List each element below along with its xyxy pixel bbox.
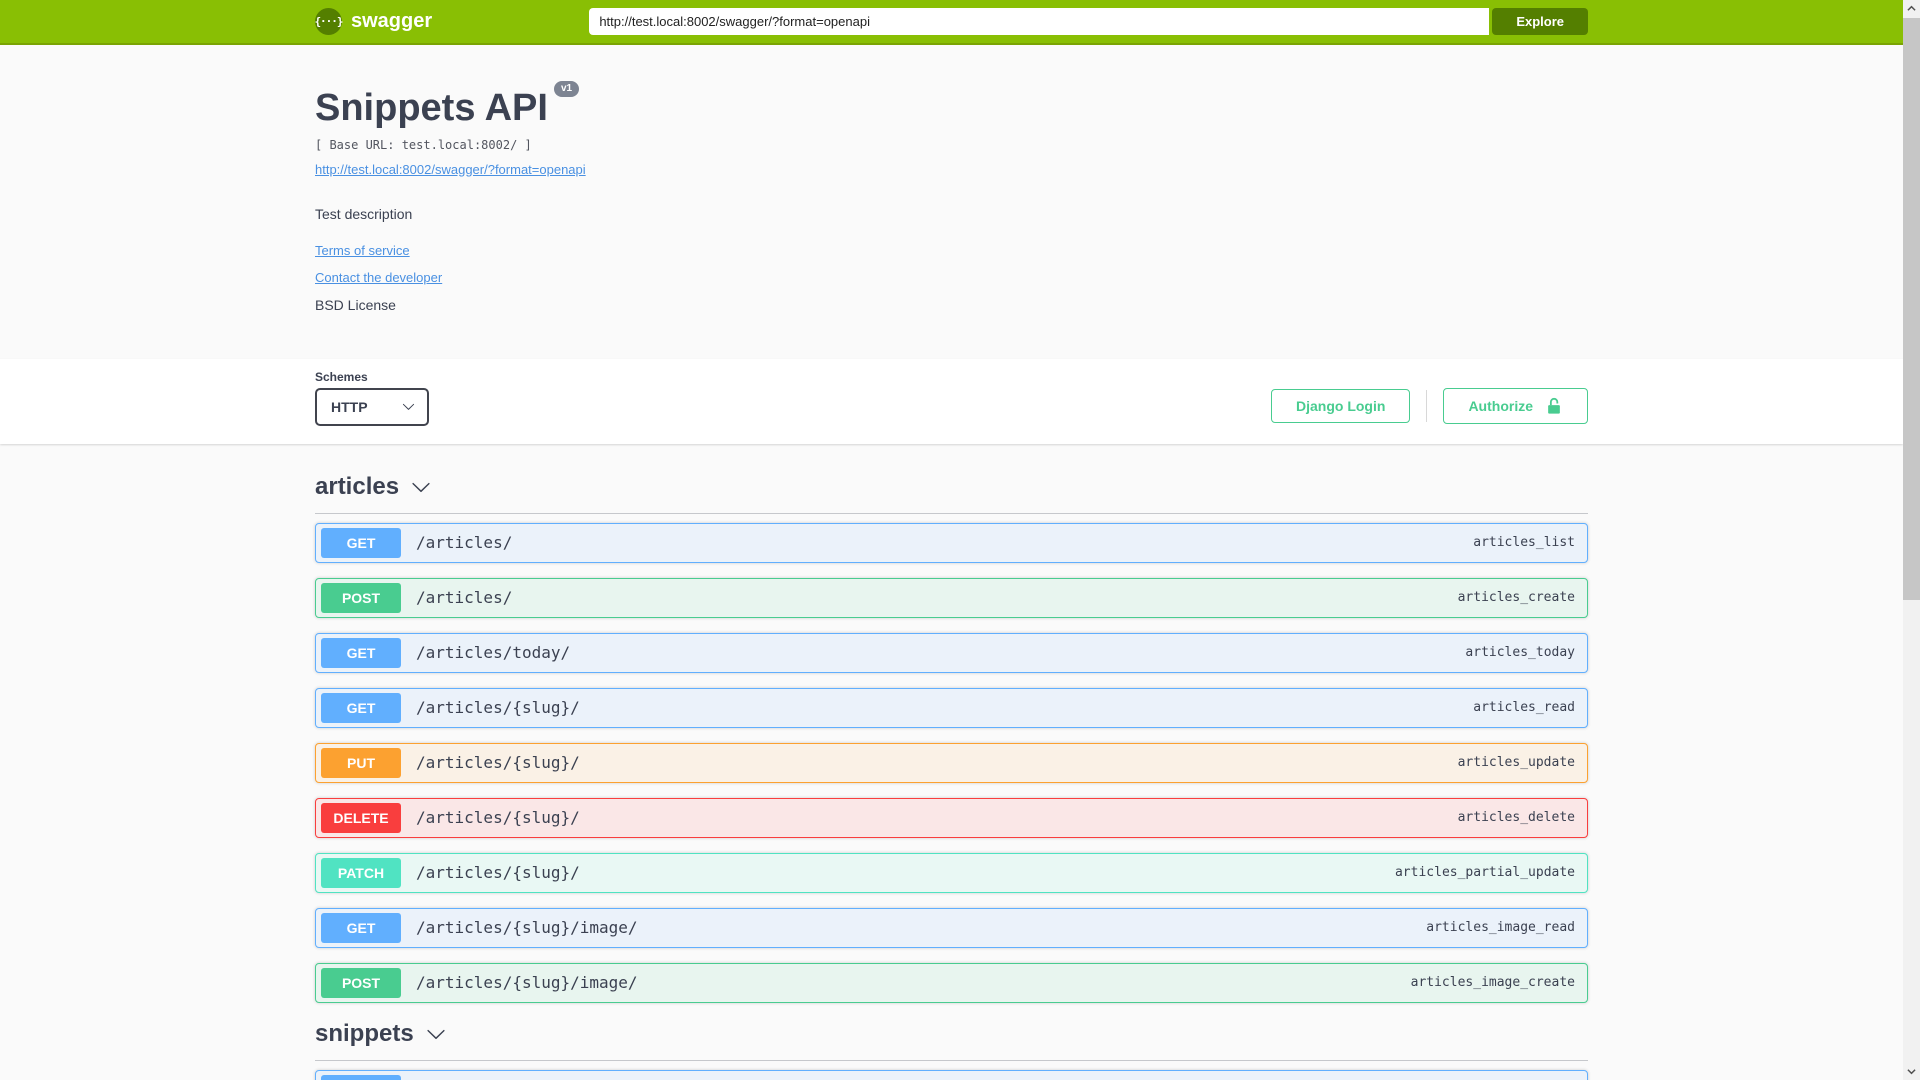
- unlock-icon: [1548, 397, 1560, 414]
- schemes-group: Schemes HTTP: [315, 370, 429, 426]
- section-title: snippets: [315, 1019, 414, 1047]
- operation-id: articles_partial_update: [1394, 865, 1575, 880]
- swagger-logo-icon: {···}: [314, 8, 344, 35]
- method-badge: GET: [321, 527, 401, 558]
- section-header[interactable]: snippets: [315, 1018, 1588, 1061]
- schemes-select[interactable]: HTTP: [315, 387, 429, 426]
- method-badge: DELETE: [321, 802, 401, 833]
- operation-row[interactable]: GET /articles/{slug}/image/ articles_ima…: [315, 907, 1588, 948]
- operation-row[interactable]: PATCH /articles/{slug}/ articles_partial…: [315, 852, 1588, 893]
- schemes-label: Schemes: [315, 369, 368, 384]
- authorize-label: Authorize: [1468, 397, 1533, 414]
- operation-path: /articles/: [416, 533, 513, 552]
- api-title-text: Snippets API: [315, 87, 548, 129]
- scroll-down-arrow-icon[interactable]: [1903, 1063, 1920, 1080]
- chevron-down-icon: [412, 482, 430, 492]
- operation-row[interactable]: DELETE /articles/{slug}/ articles_delete: [315, 797, 1588, 838]
- api-description: Test description: [315, 205, 413, 222]
- section-header[interactable]: articles: [315, 471, 1588, 514]
- contact-developer-link[interactable]: Contact the developer: [315, 270, 442, 285]
- explore-form: Explore: [589, 8, 1588, 35]
- chevron-down-icon: [427, 1029, 445, 1039]
- operation-id: articles_update: [1457, 755, 1575, 770]
- operation-list: GET /snippets/ snippets_list: [315, 1061, 1588, 1080]
- method-badge: GET: [321, 1074, 401, 1080]
- api-section: articles GET /articles/ articles_list PO…: [315, 471, 1588, 1003]
- explore-button[interactable]: Explore: [1492, 8, 1588, 35]
- method-badge: GET: [321, 692, 401, 723]
- operation-row[interactable]: GET /articles/ articles_list: [315, 522, 1588, 563]
- operation-id: articles_image_create: [1410, 975, 1575, 990]
- swagger-brand[interactable]: {···} swagger: [314, 8, 433, 35]
- version-badge: v1: [553, 81, 580, 97]
- operation-path: /articles/{slug}/image/: [416, 918, 638, 937]
- api-url-input[interactable]: [589, 8, 1490, 35]
- operation-id: articles_delete: [1457, 810, 1575, 825]
- authorize-button[interactable]: Authorize: [1443, 387, 1588, 424]
- operation-list: GET /articles/ articles_list POST /artic…: [315, 514, 1588, 1003]
- method-badge: GET: [321, 637, 401, 668]
- topbar: {···} swagger Explore: [0, 0, 1903, 45]
- operation-path: /articles/{slug}/: [416, 698, 580, 717]
- operation-id: articles_image_read: [1426, 920, 1575, 935]
- operation-path: /articles/{slug}/: [416, 863, 580, 882]
- info-section: Snippets API v1 [ Base URL: test.local:80…: [0, 45, 1903, 359]
- auth-divider: [1426, 389, 1428, 422]
- license-text: BSD License: [315, 296, 396, 313]
- operation-path: /articles/{slug}/: [416, 808, 580, 827]
- operation-id: articles_read: [1473, 700, 1575, 715]
- scrollbar-thumb[interactable]: [1903, 18, 1920, 600]
- operation-row[interactable]: POST /articles/ articles_create: [315, 577, 1588, 618]
- operation-id: articles_today: [1465, 645, 1575, 660]
- operations-sections: articles GET /articles/ articles_list PO…: [315, 444, 1588, 1080]
- vertical-scrollbar[interactable]: [1903, 0, 1920, 1080]
- scroll-up-arrow-icon[interactable]: [1903, 0, 1920, 17]
- operation-row[interactable]: PUT /articles/{slug}/ articles_update: [315, 742, 1588, 783]
- spec-link[interactable]: http://test.local:8002/swagger/?format=o…: [315, 162, 586, 177]
- schemes-selected-value: HTTP: [331, 398, 368, 415]
- operation-row[interactable]: GET /articles/{slug}/ articles_read: [315, 687, 1588, 728]
- operation-id: articles_list: [1473, 535, 1575, 550]
- method-badge: PUT: [321, 747, 401, 778]
- django-login-button[interactable]: Django Login: [1271, 388, 1411, 423]
- operation-row[interactable]: GET /snippets/ snippets_list: [315, 1069, 1588, 1080]
- method-badge: POST: [321, 967, 401, 998]
- operation-path: /articles/{slug}/: [416, 753, 580, 772]
- auth-group: Django Login Authorize: [1271, 387, 1588, 424]
- operation-path: /articles/{slug}/image/: [416, 973, 638, 992]
- operation-path: /articles/: [416, 588, 513, 607]
- method-badge: PATCH: [321, 857, 401, 888]
- chevron-down-icon: [402, 403, 415, 410]
- operation-row[interactable]: GET /articles/today/ articles_today: [315, 632, 1588, 673]
- method-badge: POST: [321, 582, 401, 613]
- section-title: articles: [315, 472, 400, 500]
- page-title: Snippets API v1: [315, 81, 1588, 133]
- terms-of-service-link[interactable]: Terms of service: [315, 243, 410, 258]
- operation-path: /articles/today/: [416, 643, 571, 662]
- operation-id: articles_create: [1457, 590, 1575, 605]
- api-section: snippets GET /snippets/ snippets_list: [315, 1018, 1588, 1080]
- method-badge: GET: [321, 912, 401, 943]
- brand-name: swagger: [351, 10, 433, 32]
- scheme-band: Schemes HTTP Django Login Authorize: [0, 358, 1903, 444]
- operation-row[interactable]: POST /articles/{slug}/image/ articles_im…: [315, 962, 1588, 1003]
- base-url: [ Base URL: test.local:8002/ ]: [315, 137, 532, 152]
